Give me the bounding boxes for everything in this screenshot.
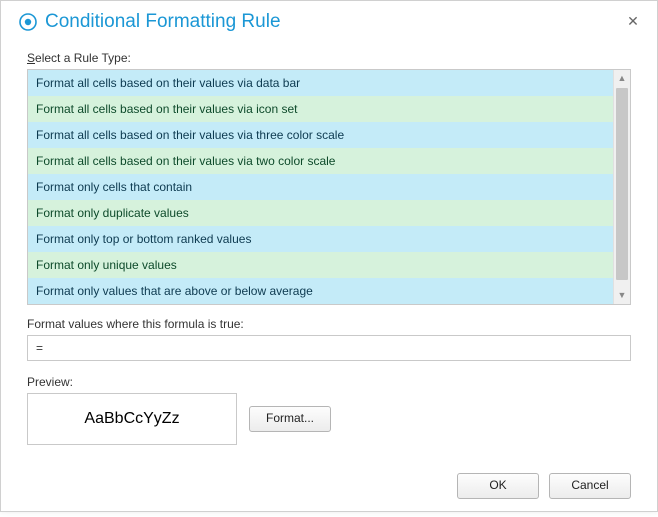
- preview-sample: AaBbCcYyZz: [27, 393, 237, 445]
- cancel-button[interactable]: Cancel: [549, 473, 631, 499]
- formula-input[interactable]: =: [27, 335, 631, 361]
- rule-type-option[interactable]: Format all cells based on their values v…: [28, 96, 613, 122]
- dialog-footer: OK Cancel: [1, 465, 657, 517]
- scroll-thumb[interactable]: [616, 88, 628, 280]
- rule-type-option[interactable]: Format all cells based on their values v…: [28, 122, 613, 148]
- close-icon[interactable]: ✕: [623, 12, 643, 32]
- conditional-formatting-dialog: Conditional Formatting Rule ✕ Select a R…: [0, 0, 658, 512]
- preview-label: Preview:: [27, 375, 631, 389]
- rule-type-listbox: Format all cells based on their values v…: [27, 69, 631, 305]
- ok-button[interactable]: OK: [457, 473, 539, 499]
- formula-label: Format values where this formula is true…: [27, 317, 631, 331]
- scroll-down-icon[interactable]: ▼: [614, 287, 630, 304]
- format-button[interactable]: Format...: [249, 406, 331, 432]
- preview-row: AaBbCcYyZz Format...: [27, 393, 631, 445]
- rule-type-option[interactable]: Format only cells that contain: [28, 174, 613, 200]
- rule-type-option[interactable]: Format only duplicate values: [28, 200, 613, 226]
- rule-type-option[interactable]: Format only unique values: [28, 252, 613, 278]
- rule-type-option[interactable]: Format all cells based on their values v…: [28, 70, 613, 96]
- scrollbar[interactable]: ▲ ▼: [613, 70, 630, 304]
- rule-type-label: Select a Rule Type:: [27, 51, 631, 65]
- titlebar: Conditional Formatting Rule ✕: [1, 1, 657, 37]
- content-area: Select a Rule Type: Format all cells bas…: [1, 37, 657, 465]
- rule-type-option[interactable]: Format only values that are above or bel…: [28, 278, 613, 304]
- rule-type-option[interactable]: Format all cells based on their values v…: [28, 148, 613, 174]
- dialog-title: Conditional Formatting Rule: [45, 11, 623, 33]
- app-icon: [19, 13, 37, 31]
- scroll-up-icon[interactable]: ▲: [614, 70, 630, 87]
- rule-type-option[interactable]: Format only top or bottom ranked values: [28, 226, 613, 252]
- rule-type-list[interactable]: Format all cells based on their values v…: [28, 70, 613, 304]
